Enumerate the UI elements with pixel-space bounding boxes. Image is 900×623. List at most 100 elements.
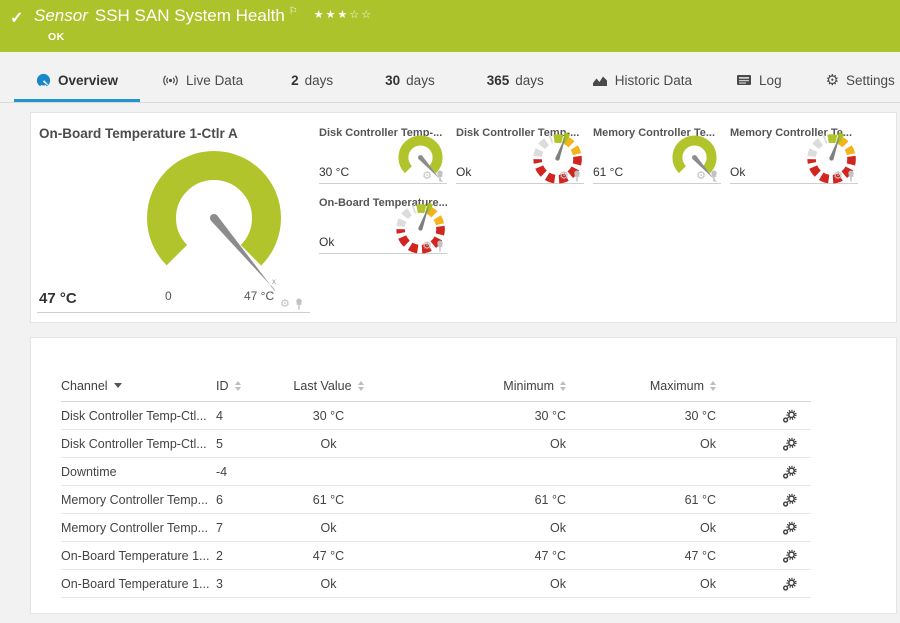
divider — [37, 312, 310, 313]
tab-live-data[interactable]: Live Data — [140, 61, 265, 102]
column-header-last-value[interactable]: Last Value — [276, 379, 381, 393]
log-icon — [737, 75, 752, 85]
column-header-minimum[interactable]: Minimum — [381, 379, 566, 393]
channel-id: 6 — [216, 492, 223, 507]
tab-2-days-label: days — [304, 72, 334, 88]
channel-maximum: 61 °C — [684, 492, 716, 507]
tab-overview[interactable]: Overview — [14, 61, 141, 102]
table-row: Downtime -4 — [61, 458, 811, 486]
table-row: Memory Controller Temp... 6 61 °C 61 °C … — [61, 486, 811, 514]
mini-gauge-value: Ok — [319, 235, 335, 249]
tab-365-days-number: 365 — [486, 72, 510, 88]
gauges-panel: On-Board Temperature 1-Ctlr A x 0 47 °C … — [30, 112, 897, 323]
channel-minimum: Ok — [550, 520, 566, 535]
table-row: On-Board Temperature 1... 2 47 °C 47 °C … — [61, 542, 811, 570]
channel-settings-icon[interactable] — [782, 549, 797, 563]
sort-desc-icon — [113, 383, 122, 388]
channel-maximum: Ok — [700, 576, 716, 591]
channel-settings-icon[interactable] — [782, 465, 797, 479]
table-row: Disk Controller Temp-Ctl... 5 Ok Ok Ok — [61, 430, 811, 458]
channel-name[interactable]: Disk Controller Temp-Ctl... — [61, 437, 216, 451]
tab-live-data-label: Live Data — [186, 72, 244, 88]
table-row: On-Board Temperature 1... 3 Ok Ok Ok — [61, 570, 811, 598]
channel-name[interactable]: Downtime — [61, 465, 216, 479]
tab-365-days[interactable]: 365 days — [461, 61, 570, 102]
gear-icon: ⚙ — [825, 72, 840, 89]
table-row: Memory Controller Temp... 7 Ok Ok Ok — [61, 514, 811, 542]
status-badge: OK — [48, 31, 65, 43]
pin-icon[interactable] — [846, 170, 856, 182]
pin-icon[interactable] — [294, 298, 304, 310]
channel-name[interactable]: On-Board Temperature 1... — [61, 577, 216, 591]
channel-minimum: Ok — [550, 576, 566, 591]
mini-gauge-panel: Disk Controller Temp-... 30 °C ⚙ — [319, 127, 447, 184]
gauge-icon — [36, 73, 51, 88]
sensor-status-bar: ✓ Sensor SSH SAN System Health ⚐ ★★★☆☆ OK — [0, 0, 900, 52]
channel-maximum: Ok — [700, 520, 716, 535]
broadcast-icon — [163, 74, 178, 86]
tab-2-days[interactable]: 2 days — [265, 61, 359, 102]
needle-tip-mark: x — [272, 277, 276, 286]
channel-id: 3 — [216, 576, 223, 591]
mini-gauge-value: Ok — [456, 165, 472, 179]
gauge-settings-gear-icon[interactable]: ⚙ — [696, 170, 706, 182]
pin-icon[interactable] — [709, 170, 719, 182]
channel-settings-icon[interactable] — [782, 577, 797, 591]
mini-gauge-value: 61 °C — [593, 165, 624, 179]
channel-settings-icon[interactable] — [782, 521, 797, 535]
gauge-settings-gear-icon[interactable]: ⚙ — [280, 298, 290, 310]
channel-last-value: 30 °C — [312, 408, 345, 423]
tab-historic-data[interactable]: Historic Data — [570, 61, 714, 102]
channel-last-value: Ok — [320, 520, 337, 535]
channel-id: -4 — [216, 464, 228, 479]
channel-id: 7 — [216, 520, 223, 535]
tab-30-days-label: days — [406, 72, 435, 88]
channel-settings-icon[interactable] — [782, 437, 797, 451]
channel-settings-icon[interactable] — [782, 409, 797, 423]
gauge-settings-gear-icon[interactable]: ⚙ — [559, 170, 569, 182]
tab-30-days[interactable]: 30 days — [359, 61, 461, 102]
priority-stars-rating[interactable]: ★★★☆☆ — [314, 9, 373, 21]
channel-id: 4 — [216, 408, 223, 423]
channel-name[interactable]: Disk Controller Temp-Ctl... — [61, 409, 216, 423]
channel-maximum: Ok — [700, 436, 716, 451]
page-title: SSH SAN System Health — [94, 6, 285, 25]
channel-settings-icon[interactable] — [782, 493, 797, 507]
channel-maximum: 30 °C — [684, 408, 716, 423]
mini-gauge-panel: Memory Controller Te... Ok ⚙ — [730, 127, 858, 184]
channel-minimum: 30 °C — [534, 408, 566, 423]
column-header-channel[interactable]: Channel — [61, 379, 216, 393]
tab-2-days-number: 2 — [291, 72, 299, 88]
tab-365-days-label: days — [515, 72, 544, 88]
primary-gauge: x — [147, 151, 281, 291]
mini-gauge-panel: On-Board Temperature... Ok ⚙ — [319, 197, 447, 254]
channel-minimum: Ok — [550, 436, 566, 451]
channel-name[interactable]: Memory Controller Temp... — [61, 521, 216, 535]
tab-settings[interactable]: ⚙ Settings — [804, 61, 900, 102]
primary-gauge-scale-max: 47 °C — [244, 289, 275, 303]
channel-last-value: 47 °C — [312, 548, 345, 563]
mini-gauge-value: Ok — [730, 165, 746, 179]
tab-30-days-number: 30 — [385, 72, 401, 88]
sort-both-icon — [234, 380, 241, 391]
column-header-id[interactable]: ID — [216, 379, 276, 393]
pin-icon[interactable] — [435, 170, 445, 182]
gauge-settings-gear-icon[interactable]: ⚙ — [422, 170, 432, 182]
sort-both-icon — [710, 380, 716, 391]
gauge-settings-gear-icon[interactable]: ⚙ — [422, 240, 432, 252]
tab-log[interactable]: Log — [714, 61, 804, 102]
tab-settings-label: Settings — [846, 72, 895, 88]
tab-overview-label: Overview — [58, 72, 119, 88]
pin-icon[interactable] — [435, 240, 445, 252]
pin-icon[interactable] — [572, 170, 582, 182]
mini-gauge-panel: Disk Controller Temp-... Ok ⚙ — [456, 127, 584, 184]
channel-name[interactable]: Memory Controller Temp... — [61, 493, 216, 507]
channel-id: 2 — [216, 548, 223, 563]
gauge-settings-gear-icon[interactable]: ⚙ — [833, 170, 843, 182]
sensor-tab-bar: Overview Live Data 2 days 30 days 365 da… — [0, 61, 900, 103]
channel-name[interactable]: On-Board Temperature 1... — [61, 549, 216, 563]
tab-historic-data-label: Historic Data — [614, 72, 693, 88]
column-header-maximum[interactable]: Maximum — [566, 379, 716, 393]
channel-maximum: 47 °C — [684, 548, 716, 563]
priority-flag-icon[interactable]: ⚐ — [289, 6, 298, 17]
